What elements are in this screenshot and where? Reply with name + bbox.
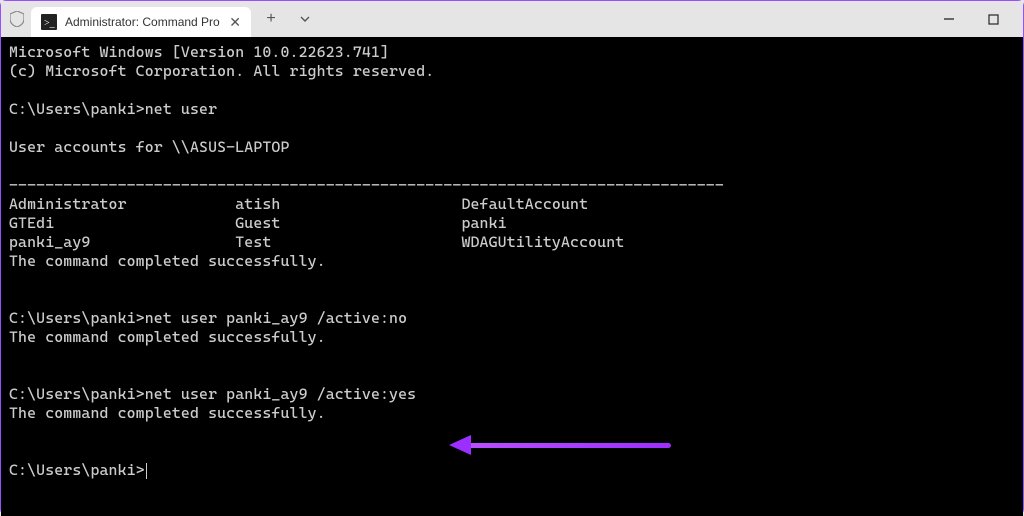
copyright-line: (c) Microsoft Corporation. All rights re… <box>9 62 434 80</box>
prompt: C:\Users\panki> <box>9 461 145 479</box>
command-text: net user <box>145 100 217 118</box>
command-text: net user panki_ay9 /active:no <box>145 309 407 327</box>
cursor <box>146 463 147 479</box>
success-message: The command completed successfully. <box>9 404 326 422</box>
close-tab-icon[interactable]: ✕ <box>229 15 241 29</box>
divider-line: ----------------------------------------… <box>9 176 724 194</box>
annotation-arrow <box>449 435 671 455</box>
cmd-icon: >_ <box>41 14 57 30</box>
account-row: GTEdi Guest panki <box>9 214 507 232</box>
version-line: Microsoft Windows [Version 10.0.22623.74… <box>9 43 389 61</box>
command-text: net user panki_ay9 /active:yes <box>145 385 416 403</box>
maximize-button[interactable] <box>971 4 1015 34</box>
success-message: The command completed successfully. <box>9 328 326 346</box>
prompt: C:\Users\panki> <box>9 385 145 403</box>
shield-icon <box>9 9 25 29</box>
account-row: panki_ay9 Test WDAGUtilityAccount <box>9 233 624 251</box>
accounts-header: User accounts for \\ASUS-LAPTOP <box>9 138 290 156</box>
arrow-line <box>471 443 671 448</box>
window-controls <box>927 1 1015 37</box>
prompt: C:\Users\panki> <box>9 100 145 118</box>
new-tab-button[interactable]: + <box>257 5 285 33</box>
success-message: The command completed successfully. <box>9 252 326 270</box>
tab-title: Administrator: Command Pro <box>65 15 220 29</box>
minimize-button[interactable] <box>927 4 971 34</box>
titlebar: >_ Administrator: Command Pro ✕ + <box>1 1 1023 37</box>
arrow-head-icon <box>449 435 471 455</box>
account-row: Administrator atish DefaultAccount <box>9 195 588 213</box>
active-tab[interactable]: >_ Administrator: Command Pro ✕ <box>31 7 251 37</box>
terminal-panel[interactable]: Microsoft Windows [Version 10.0.22623.74… <box>1 37 1023 516</box>
tab-dropdown-button[interactable] <box>291 5 319 33</box>
prompt: C:\Users\panki> <box>9 309 145 327</box>
svg-text:>_: >_ <box>44 18 56 29</box>
